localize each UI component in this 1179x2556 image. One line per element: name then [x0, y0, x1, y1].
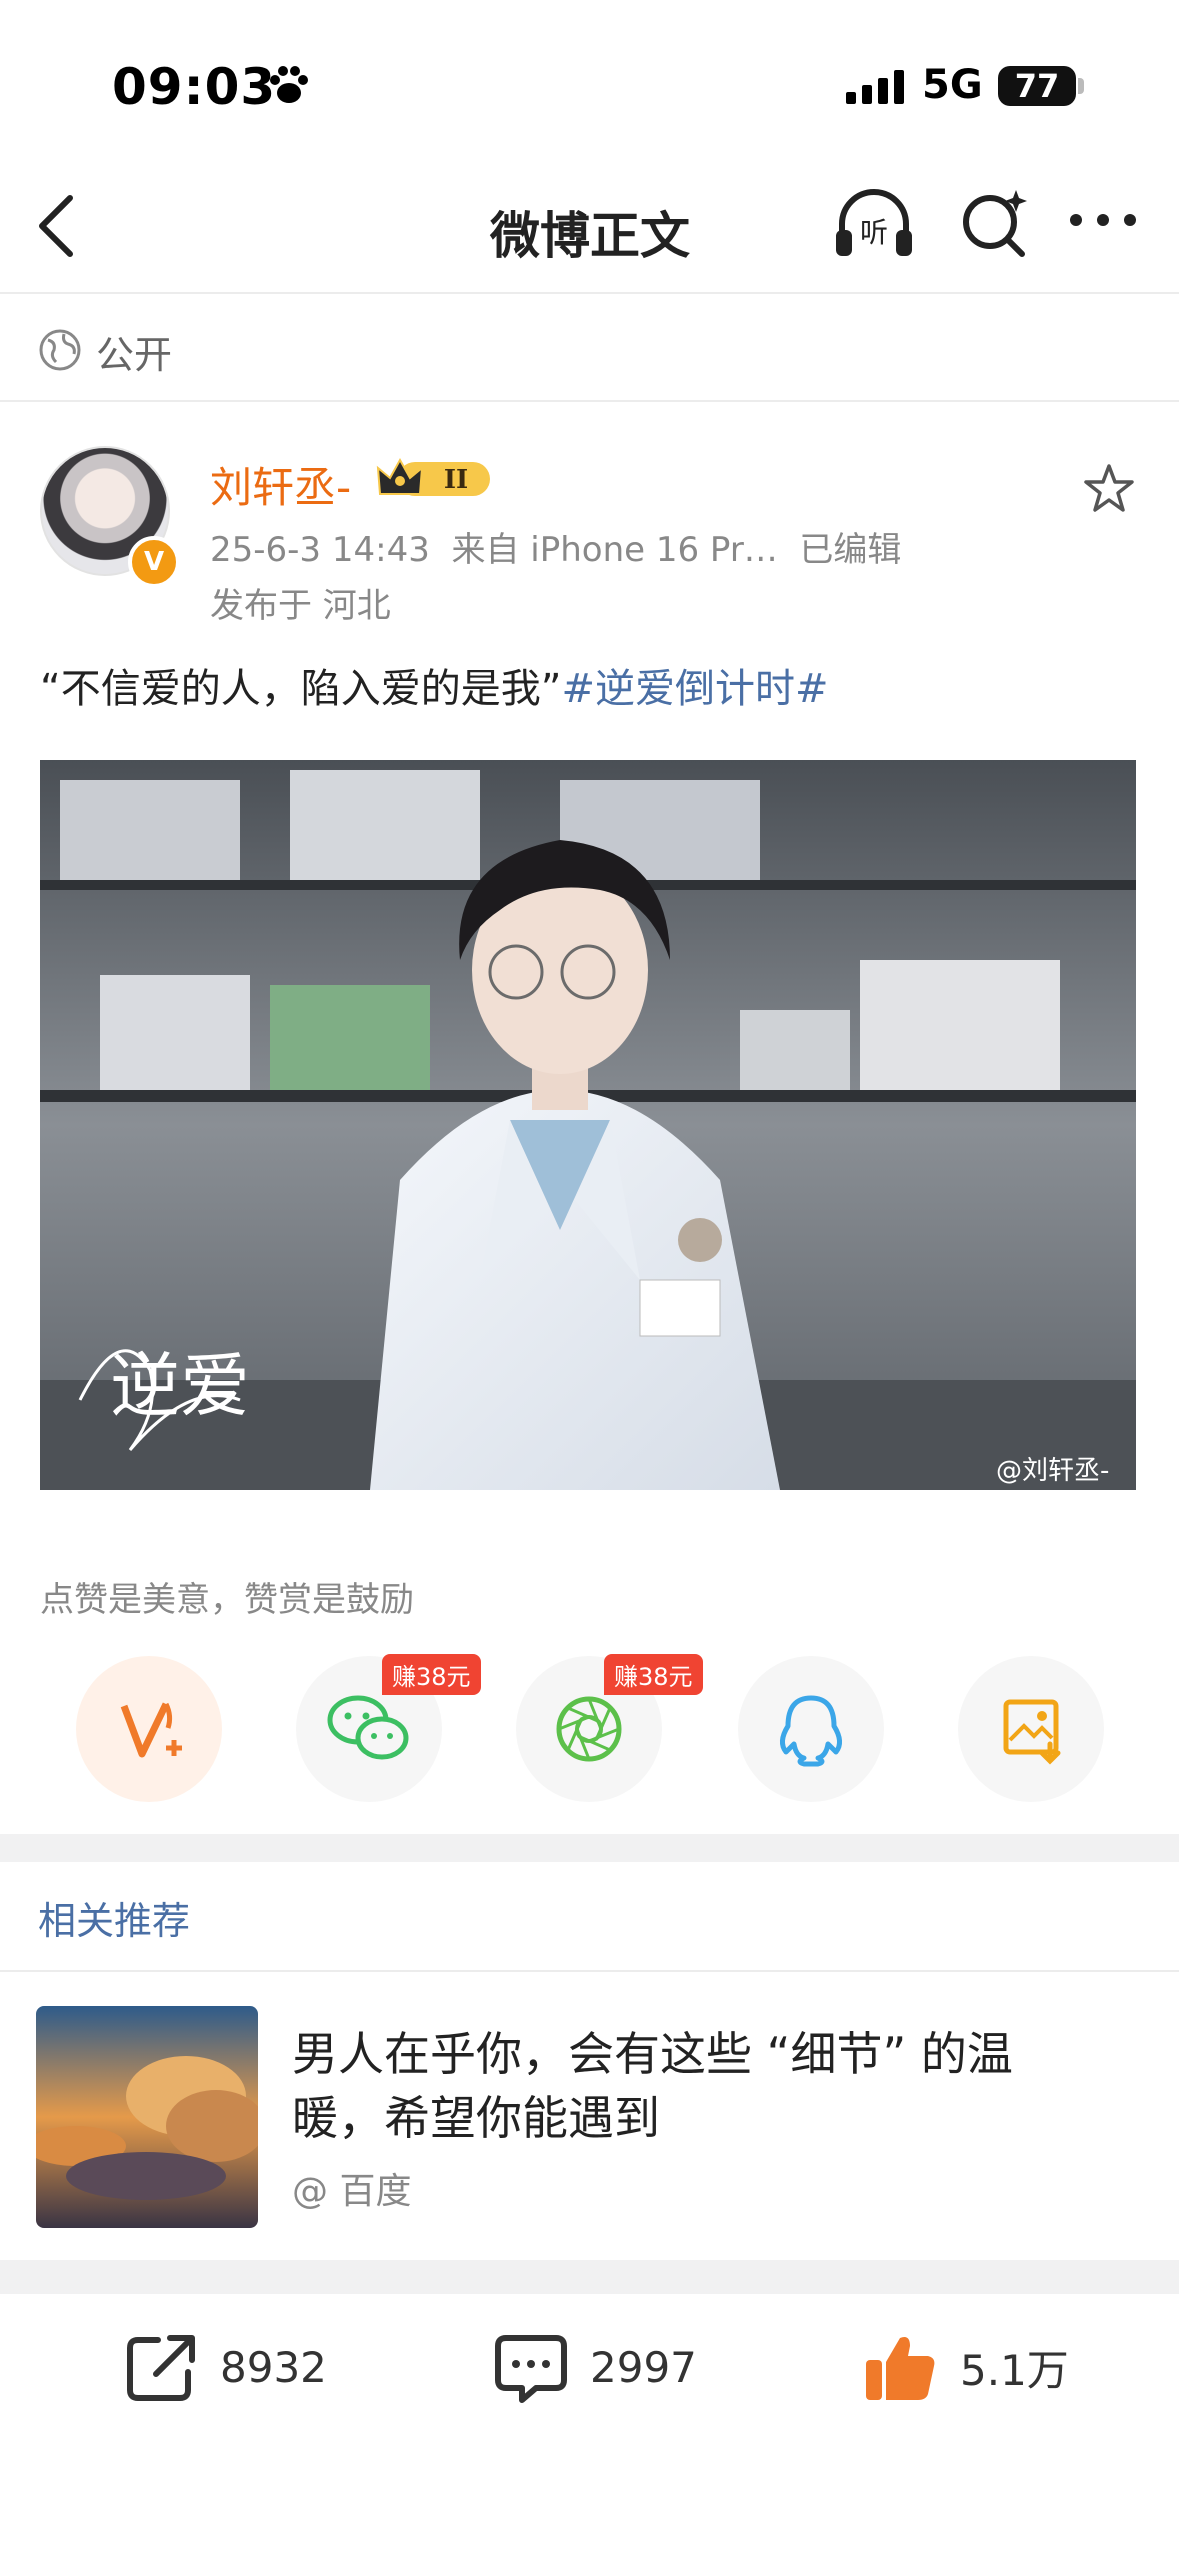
svg-text:逆爱: 逆爱 [110, 1345, 250, 1427]
comment-count: 2997 [590, 2342, 697, 2392]
network-type: 5G [922, 62, 983, 108]
search-icon[interactable] [958, 186, 1034, 262]
section-gap [0, 1834, 1179, 1862]
recommendation-source: @ 百度 [292, 2171, 412, 2212]
related-divider [0, 1970, 1179, 1972]
reward-tip: 点赞是美意，赞赏是鼓励 [40, 1580, 414, 1620]
repost-count: 8932 [220, 2342, 327, 2392]
like-count: 5.1万 [960, 2345, 1069, 2395]
repost-icon [127, 2335, 195, 2401]
recommendation-title[interactable]: 男人在乎你，会有这些 “细节” 的温暖，希望你能遇到 [292, 2022, 1092, 2150]
post-location: 发布于 河北 [210, 586, 391, 626]
username[interactable]: 刘轩丞- [210, 454, 351, 515]
listen-icon[interactable]: 听 [832, 186, 916, 262]
page-title: 微博正文 [490, 207, 690, 265]
svg-text:听: 听 [860, 216, 888, 249]
qq-icon [780, 1695, 842, 1767]
image-watermark: @刘轩丞- [996, 1456, 1110, 1486]
svg-text:II: II [444, 465, 468, 495]
visibility-divider [0, 400, 1179, 402]
paw-icon [270, 66, 308, 103]
verified-badge-icon: V [128, 536, 180, 588]
reward-badge: 赚38元 [604, 1654, 703, 1695]
post-image[interactable]: 逆爱 [40, 760, 1136, 1490]
related-section-title: 相关推荐 [38, 1899, 191, 1943]
status-time: 09:03 [112, 58, 277, 116]
more-icon[interactable] [1068, 212, 1138, 228]
vip-crown-icon[interactable]: II [374, 454, 494, 504]
post-text: “不信爱的人，陷入爱的是我”#逆爱倒计时# [40, 656, 828, 714]
post-image-art: 逆爱 [40, 760, 1136, 1490]
comment-icon [495, 2335, 567, 2403]
favorite-star-icon[interactable] [1082, 462, 1136, 516]
signal-icon [846, 70, 904, 104]
nav-divider [0, 292, 1179, 294]
share-qq-button[interactable] [738, 1656, 884, 1802]
back-icon[interactable] [32, 190, 80, 262]
visibility-label: 公开 [96, 333, 173, 377]
comment-button[interactable]: 2997 [492, 2328, 697, 2406]
reward-badge: 赚38元 [382, 1654, 481, 1695]
save-image-button[interactable] [958, 1656, 1104, 1802]
battery-tip [1078, 78, 1084, 94]
battery-indicator: 77 [998, 66, 1076, 106]
post-text-body: “不信爱的人，陷入爱的是我” [40, 666, 562, 712]
topic-link[interactable]: #逆爱倒计时# [561, 666, 828, 712]
recommendation-thumbnail[interactable] [36, 2006, 258, 2228]
repost-button[interactable]: 8932 [122, 2328, 327, 2406]
section-gap [0, 2260, 1179, 2294]
globe-icon [39, 329, 81, 371]
post-meta: 25-6-3 14:43 来自 iPhone 16 Pr… 已编辑 [210, 530, 902, 570]
like-thumb-icon [866, 2337, 935, 2400]
sunset-image [36, 2006, 258, 2228]
v-plus-icon [120, 1702, 182, 1758]
like-button[interactable]: 5.1万 [862, 2328, 1069, 2406]
share-weibo-button[interactable] [76, 1656, 222, 1802]
save-image-icon [1003, 1699, 1061, 1765]
